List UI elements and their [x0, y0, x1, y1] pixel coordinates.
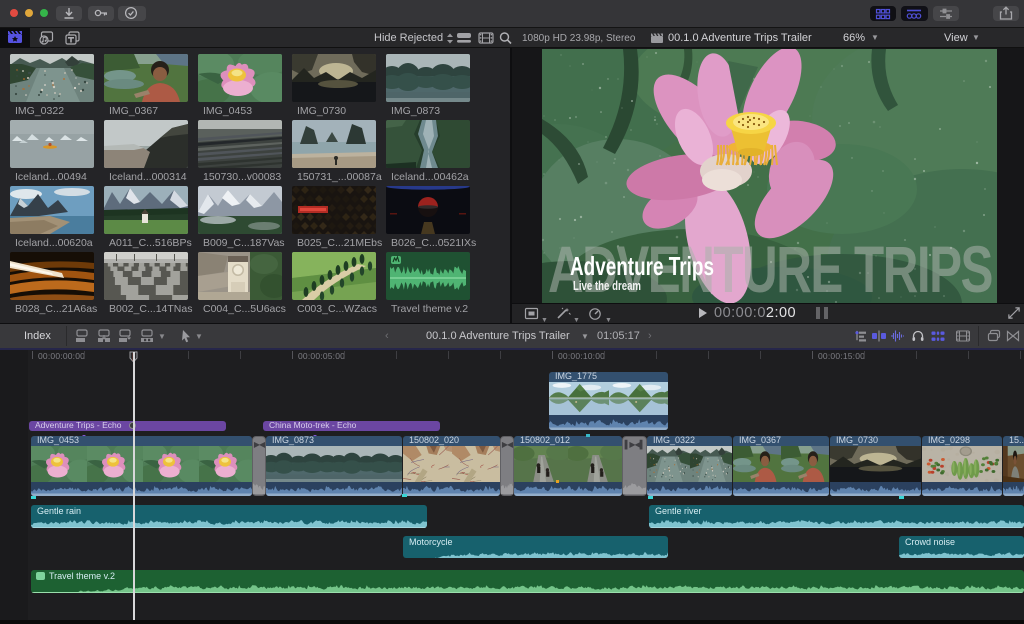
svg-text:Adventure Trips: Adventure Trips — [570, 251, 714, 281]
svg-text:Live the dream: Live the dream — [573, 279, 641, 293]
